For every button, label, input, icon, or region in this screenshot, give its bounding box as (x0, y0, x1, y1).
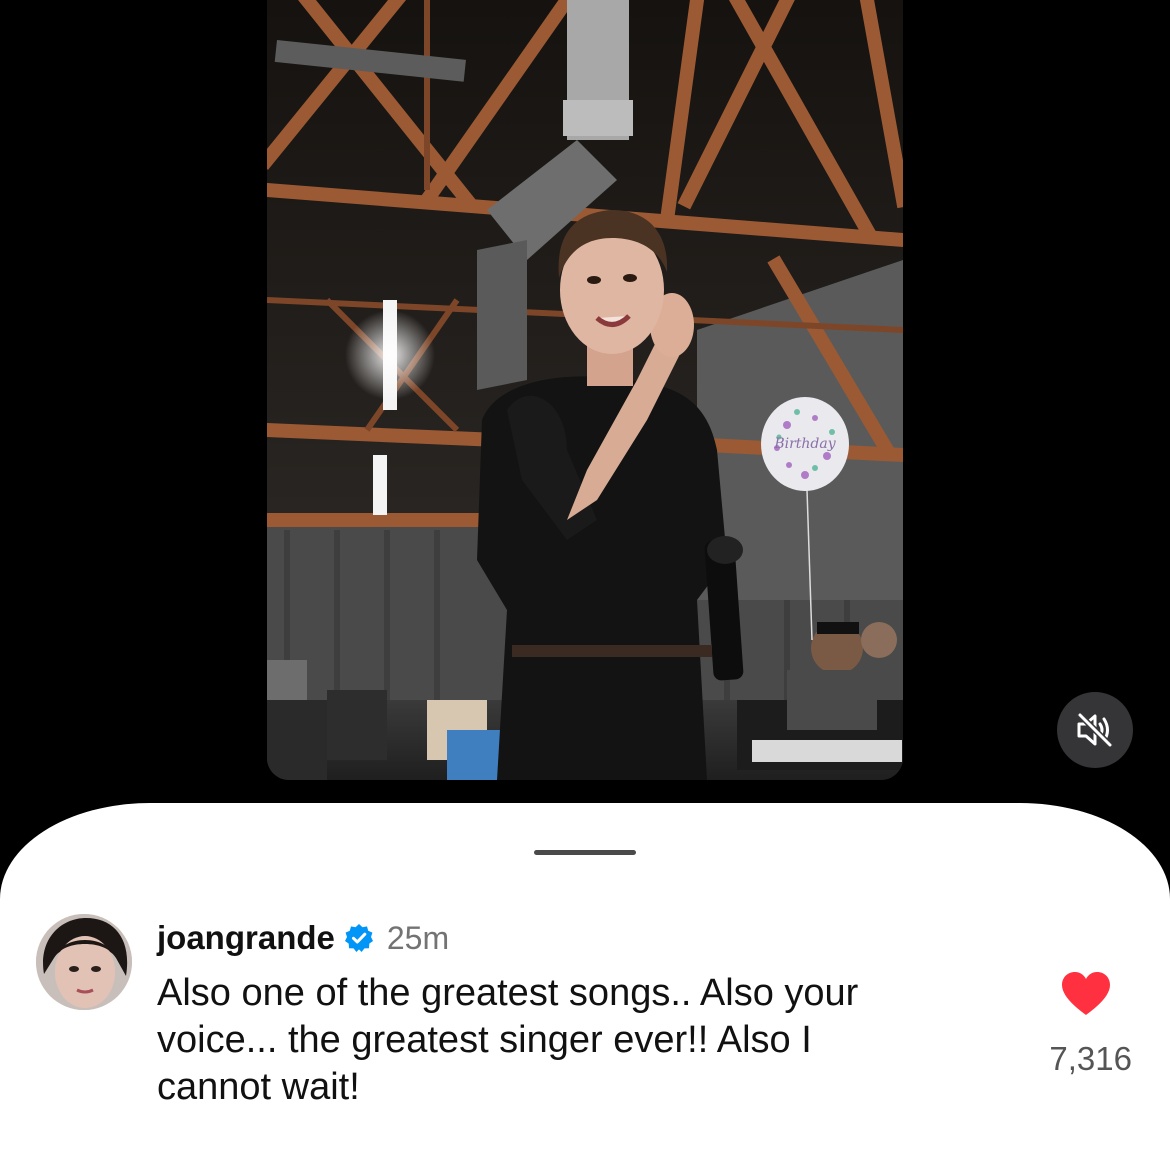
like-count: 7,316 (1049, 1040, 1132, 1077)
sheet-grabber-handle[interactable] (534, 850, 636, 855)
verified-badge-icon (344, 924, 373, 952)
comment-text: Also one of the greatest songs.. Also yo… (157, 972, 859, 1108)
mute-toggle-button[interactable] (1057, 692, 1133, 768)
comment-timestamp: 25m (386, 919, 450, 956)
comments-sheet: joangrande 25m Also one of the greatest … (0, 803, 1170, 1170)
reel-comment-screen: Birthday joangrande 25m Also one of the … (0, 0, 1170, 1170)
avatar-image (36, 914, 132, 1010)
heart-icon[interactable] (1060, 971, 1112, 1017)
video-player[interactable]: Birthday (267, 0, 903, 780)
video-frame-still: Birthday (267, 0, 903, 780)
comment-header: joangrande 25m (157, 916, 449, 960)
avatar[interactable] (36, 914, 132, 1010)
comment-username[interactable]: joangrande (157, 919, 335, 957)
balloon-text: Birthday (773, 436, 836, 452)
speaker-muted-icon (1077, 713, 1113, 747)
